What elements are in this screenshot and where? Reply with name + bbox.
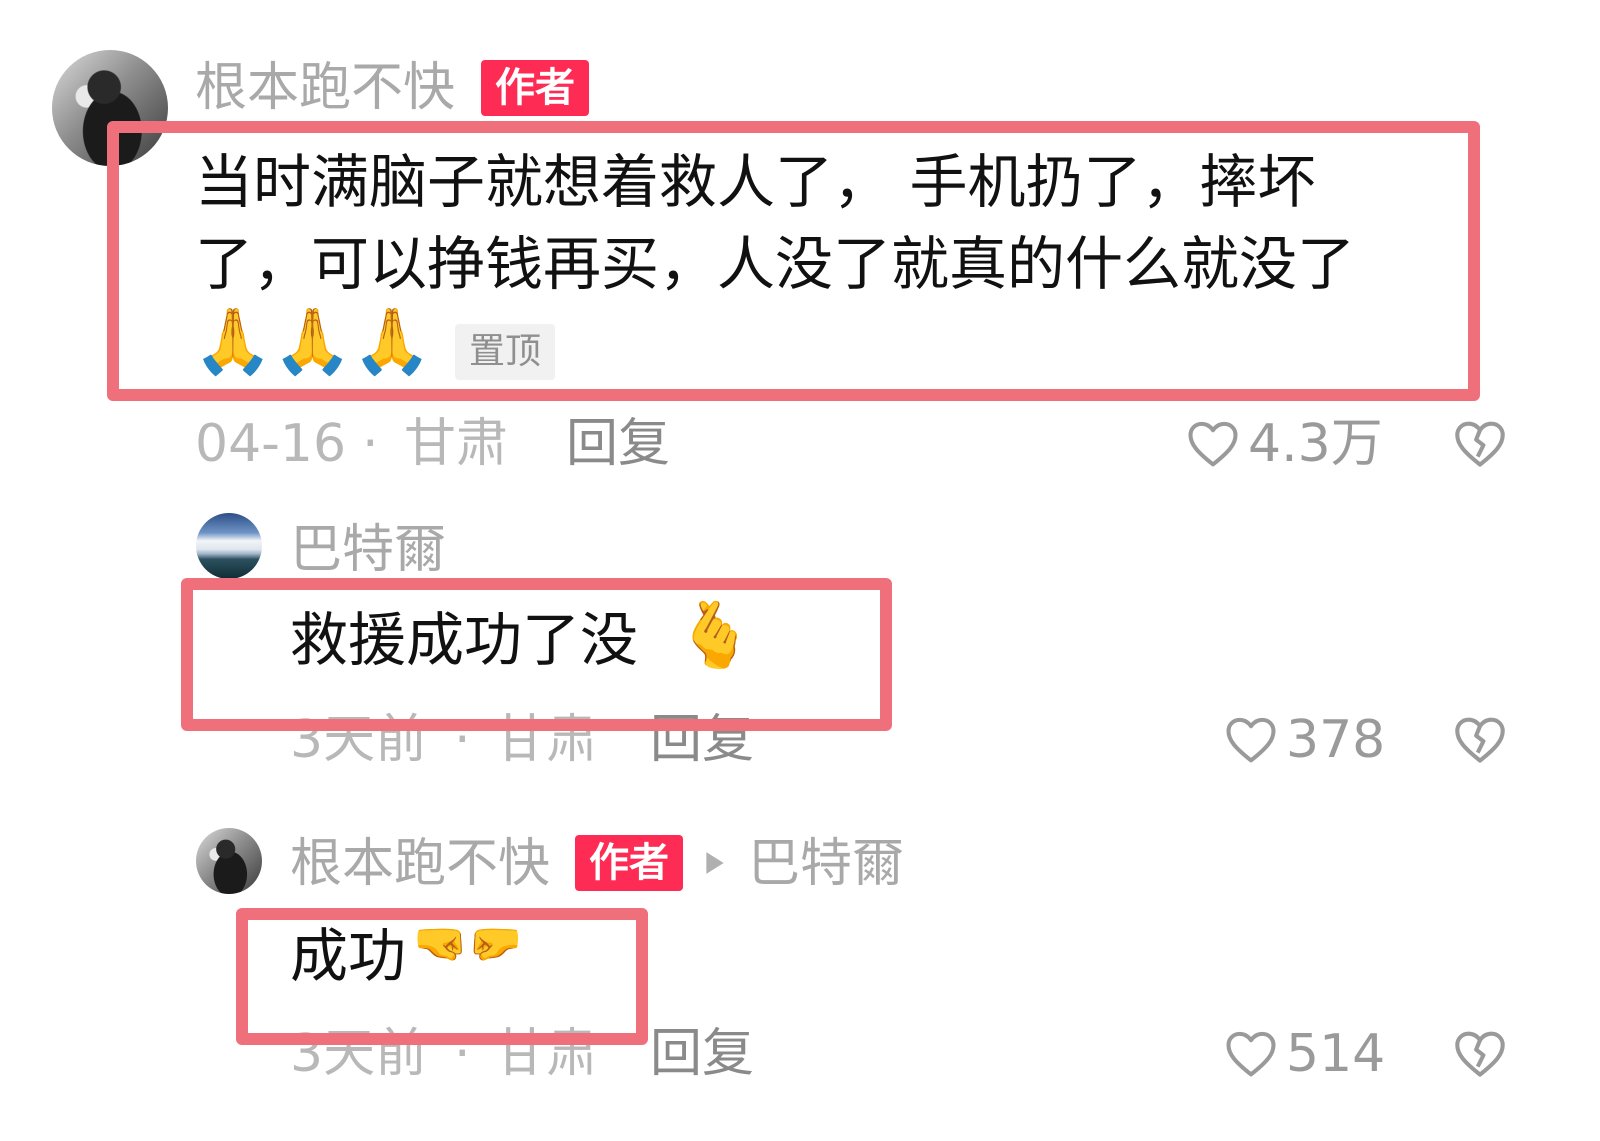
comment-date: 04-16 — [195, 414, 347, 474]
pinned-badge: 置顶 — [455, 324, 556, 380]
like-count: 4.3万 — [1248, 414, 1383, 474]
like-count: 378 — [1286, 710, 1386, 770]
like-button[interactable]: 4.3万 — [1186, 414, 1386, 474]
reply-button[interactable]: 回复 — [650, 1028, 754, 1080]
reply-button[interactable]: 回复 — [566, 418, 670, 470]
comment-text: 成功 — [290, 922, 407, 990]
finger-heart-emoji: 🫰 — [675, 599, 755, 673]
reply-button[interactable]: 回复 — [650, 714, 754, 766]
author-badge: 作者 — [575, 835, 683, 891]
comment-date: 3天前 — [290, 1024, 428, 1084]
comment-text: 救援成功了没 — [290, 606, 639, 674]
comment-text-line: 了，可以挣钱再买，人没了就真的什么就没了 — [195, 230, 1356, 298]
comment-location: 甘肃 — [404, 414, 509, 474]
comment-author-name[interactable]: 巴特爾 — [290, 524, 446, 576]
dislike-icon[interactable] — [1452, 714, 1508, 764]
avatar[interactable] — [196, 513, 262, 579]
heart-icon — [1226, 1031, 1276, 1077]
meta-separator: · — [362, 414, 379, 474]
dislike-icon[interactable] — [1452, 1028, 1508, 1078]
meta-separator: · — [454, 710, 471, 770]
comment-date: 3天前 — [290, 710, 428, 770]
dislike-icon[interactable] — [1452, 418, 1508, 468]
comment-location: 甘肃 — [494, 710, 599, 770]
comment-author-name[interactable]: 根本跑不快 — [290, 838, 550, 890]
fist-bump-emoji: 🤜🤛 — [413, 918, 523, 969]
heart-icon — [1226, 717, 1276, 763]
heart-icon — [1188, 421, 1238, 467]
like-button[interactable]: 378 — [1224, 710, 1394, 770]
author-badge: 作者 — [481, 60, 589, 116]
avatar[interactable] — [196, 828, 262, 894]
like-button[interactable]: 514 — [1224, 1024, 1394, 1084]
avatar[interactable] — [52, 50, 168, 166]
comment-author-name[interactable]: 根本跑不快 — [195, 62, 455, 114]
reply-arrow-icon — [706, 852, 724, 874]
pray-emoji: 🙏🙏🙏 — [193, 305, 433, 379]
like-count: 514 — [1286, 1024, 1386, 1084]
reply-to-name[interactable]: 巴特爾 — [748, 838, 904, 890]
comment-location: 甘肃 — [494, 1024, 599, 1084]
meta-separator: · — [454, 1024, 471, 1084]
comment-text-line: 当时满脑子就想着救人了， 手机扔了，摔坏 — [195, 148, 1316, 216]
